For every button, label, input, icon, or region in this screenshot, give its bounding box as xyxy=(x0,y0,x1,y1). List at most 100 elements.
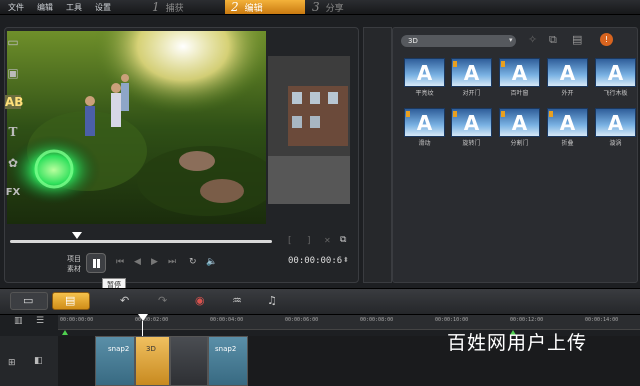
ruler-tick-label: 00:00:14:00 xyxy=(585,317,619,323)
transition-thumbnail[interactable]: A 滑动 xyxy=(404,108,445,148)
thumbnail-glyph: A xyxy=(607,111,624,135)
transition-thumbnail[interactable]: A 旋转门 xyxy=(451,108,492,148)
step-label: 编辑 xyxy=(244,4,263,14)
repeat-icon[interactable]: ↻ xyxy=(189,257,197,267)
record-capture-icon[interactable]: ◉ xyxy=(195,294,205,310)
thumbnail-glyph: A xyxy=(416,61,433,85)
volume-icon[interactable]: 🔈 xyxy=(206,257,217,267)
clip-label: 3D xyxy=(146,345,156,353)
mode-clip[interactable]: 素材 xyxy=(67,264,81,274)
thumbnail-label: 漩涡 xyxy=(609,140,622,147)
transition-category-dropdown[interactable]: 3D xyxy=(401,35,516,47)
thumbnail-label: 百叶窗 xyxy=(510,90,529,97)
clip-label: snap2 xyxy=(108,345,130,353)
go-start-icon[interactable]: ⏮ xyxy=(116,257,124,267)
filter-fx-icon[interactable]: FX xyxy=(5,186,21,200)
thumbnail-glyph: A xyxy=(463,111,480,135)
menu-edit[interactable]: 编辑 xyxy=(37,2,53,13)
redo-icon[interactable]: ↷ xyxy=(158,294,167,310)
next-frame-icon[interactable]: ▶ xyxy=(151,257,158,267)
video-preview xyxy=(7,31,266,224)
ruler-tick-label: 00:00:08:00 xyxy=(360,317,394,323)
thumbnail-label: 平亮纹 xyxy=(415,90,434,97)
transition-thumbnail[interactable]: A 平亮纹 xyxy=(404,58,445,98)
transition-thumbnail[interactable]: A 漩涡 xyxy=(595,108,636,148)
transition-icon[interactable]: AB xyxy=(5,95,23,109)
video-track-icon[interactable]: ⊞ xyxy=(8,358,16,368)
menu-tools[interactable]: 工具 xyxy=(66,2,82,13)
timeline-view-button[interactable]: ▤ xyxy=(52,292,90,310)
options-icon[interactable]: ! xyxy=(600,33,613,46)
graphic-icon[interactable]: ✿ xyxy=(5,156,21,170)
transition-thumbnail[interactable]: A 百叶窗 xyxy=(499,58,540,98)
clip-label: snap2 xyxy=(215,345,237,353)
step-label: 捕获 xyxy=(165,4,184,14)
scrubber-handle[interactable] xyxy=(72,232,82,239)
copy-icon[interactable]: ⧉ xyxy=(340,235,346,245)
undo-icon[interactable]: ↶ xyxy=(120,294,129,310)
timeline-toolbar xyxy=(0,288,640,315)
prev-frame-icon[interactable]: ◀ xyxy=(134,257,141,267)
transition-clip[interactable]: 3D xyxy=(135,336,170,386)
instant-project-icon[interactable]: ▣ xyxy=(5,66,21,80)
chapter-icon[interactable]: ☰ xyxy=(36,316,44,326)
ruler-tick-label: 00:00:06:00 xyxy=(285,317,319,323)
chapter-marker-icon[interactable] xyxy=(62,330,68,335)
mark-in-icon[interactable]: [ xyxy=(288,236,292,246)
thumbnail-glyph: A xyxy=(511,111,528,135)
transition-thumbnail[interactable]: A 外开 xyxy=(547,58,588,98)
thumbnail-glyph: A xyxy=(559,61,576,85)
timeline-view-icon: ▤ xyxy=(65,294,76,307)
thumbnail-label: 折叠 xyxy=(561,140,574,147)
step-share-tab[interactable]: 3 分享 xyxy=(312,0,372,14)
sound-mixer-icon[interactable]: ♒ xyxy=(232,294,242,310)
menu-file[interactable]: 文件 xyxy=(8,2,24,13)
add-to-favorites-icon[interactable]: ✧ xyxy=(528,33,537,46)
transition-thumbnail[interactable]: A 折叠 xyxy=(547,108,588,148)
cut-icon[interactable]: ✕ xyxy=(324,236,331,245)
side-transition-frame xyxy=(268,56,350,204)
ruler-tick-label: 00:00:04:00 xyxy=(210,317,244,323)
step-number: 2 xyxy=(231,0,239,14)
thumbnail-glyph: A xyxy=(416,111,433,135)
pause-button[interactable] xyxy=(86,253,106,273)
import-icon[interactable]: ▤ xyxy=(572,33,582,46)
scrubber-bar[interactable] xyxy=(10,240,272,243)
transition-thumbnail[interactable]: A 对开门 xyxy=(451,58,492,98)
thumbnail-glyph: A xyxy=(607,61,624,85)
track-header: ⊞ ◧ xyxy=(0,336,58,386)
apply-to-all-icon[interactable]: ⧉ xyxy=(549,33,557,47)
distorted-building-image xyxy=(268,56,350,204)
transition-thumbnail[interactable]: A 分割门 xyxy=(499,108,540,148)
track-manager-icon[interactable]: ▥ xyxy=(14,316,23,326)
media-icon[interactable]: ▭ xyxy=(5,35,21,49)
step-number: 3 xyxy=(312,0,320,14)
playhead-marker[interactable] xyxy=(138,314,148,321)
timecode-display[interactable]: 00:00:00:6 xyxy=(288,256,342,266)
storyboard-view-button[interactable]: ▭ xyxy=(10,292,48,310)
ruler-tick-label: 00:00:00:00 xyxy=(60,317,94,323)
timecode-stepper-icon[interactable]: ⬍ xyxy=(343,256,349,264)
video-clip[interactable]: snap2 xyxy=(95,336,135,386)
menu-settings[interactable]: 设置 xyxy=(95,2,111,13)
thumbnail-label: 对开门 xyxy=(462,90,481,97)
mode-project[interactable]: 项目 xyxy=(67,254,81,264)
thumbnail-glyph: A xyxy=(511,61,528,85)
video-clip[interactable] xyxy=(170,336,208,386)
step-label: 分享 xyxy=(325,4,344,14)
transition-thumbnail[interactable]: A 飞行木板 xyxy=(595,58,636,98)
title-icon[interactable]: T xyxy=(5,125,21,139)
auto-music-icon[interactable]: ♫ xyxy=(267,294,277,310)
thumbnail-label: 飞行木板 xyxy=(603,90,628,97)
watermark-text: 百姓网用户上传 xyxy=(447,332,588,354)
thumbnail-label: 滑动 xyxy=(418,140,431,147)
mark-out-icon[interactable]: ] xyxy=(307,236,311,246)
step-edit-tab[interactable]: 2 编辑 xyxy=(225,0,305,14)
go-end-icon[interactable]: ⏭ xyxy=(168,257,176,267)
track-visibility-icon[interactable]: ◧ xyxy=(34,356,43,366)
library-category-bar xyxy=(363,27,392,283)
dropdown-arrow-icon[interactable]: ▾ xyxy=(509,36,513,44)
step-capture-tab[interactable]: 1 捕获 xyxy=(152,0,222,14)
storyboard-icon: ▭ xyxy=(23,294,34,307)
video-clip[interactable]: snap2 xyxy=(208,336,248,386)
